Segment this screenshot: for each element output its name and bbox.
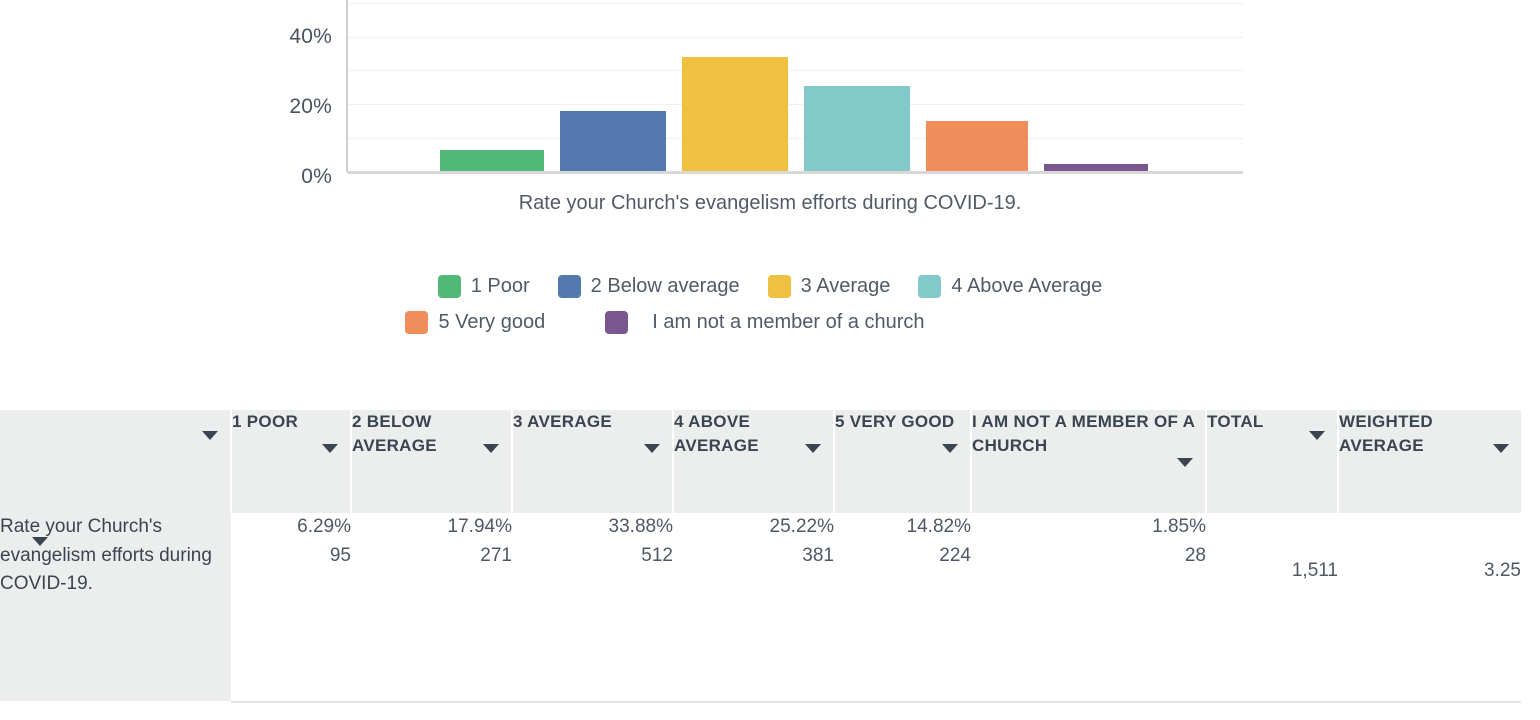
cell-count: 28 xyxy=(1184,544,1206,566)
chart-legend: 1 Poor 2 Below average 3 Average 4 Above… xyxy=(0,268,1540,340)
chevron-down-icon[interactable] xyxy=(322,444,338,453)
legend-item-5-very-good[interactable]: 5 Very good xyxy=(405,310,546,334)
cell-total-value: 1,511 xyxy=(1291,560,1338,581)
legend-swatch-icon xyxy=(918,274,942,298)
column-header-label: 5 VERY GOOD xyxy=(835,412,955,431)
chevron-down-icon[interactable] xyxy=(805,444,821,453)
cell-not-a-member: 1.85% 28 xyxy=(971,513,1206,703)
legend-label: 5 Very good xyxy=(438,310,546,333)
column-header-not-a-member[interactable]: I AM NOT A MEMBER OF A CHURCH xyxy=(971,410,1207,513)
chevron-down-icon[interactable] xyxy=(483,444,499,453)
column-header-label: TOTAL xyxy=(1207,412,1264,431)
column-header-1-poor[interactable]: 1 POOR xyxy=(231,410,352,513)
cell-count: 512 xyxy=(641,544,673,566)
bar-1-poor[interactable] xyxy=(440,150,544,171)
gridline-20 xyxy=(347,104,1243,105)
chevron-down-icon[interactable] xyxy=(1493,444,1509,453)
column-header-label: 3 AVERAGE xyxy=(513,412,613,431)
legend-label: 4 Above Average xyxy=(951,274,1103,297)
legend-swatch-icon xyxy=(605,310,629,334)
cell-count: 271 xyxy=(480,544,512,566)
column-header-question[interactable] xyxy=(0,410,232,513)
legend-row-1: 1 Poor 2 Below average 3 Average 4 Above… xyxy=(0,268,1540,304)
chevron-down-icon[interactable] xyxy=(32,537,48,546)
bar-chart-plot: 40% 20% 0% xyxy=(0,0,1540,187)
cell-percent: 14.82% xyxy=(906,516,971,537)
column-header-2-below-average[interactable]: 2 BELOW AVERAGE xyxy=(351,410,513,513)
cell-percent: 25.22% xyxy=(769,516,834,537)
cell-2-below-average: 17.94% 271 xyxy=(351,513,512,703)
legend-swatch-icon xyxy=(437,274,461,298)
legend-item-3-average[interactable]: 3 Average xyxy=(767,274,891,298)
gridline-10 xyxy=(347,138,1243,139)
gridline-40 xyxy=(347,37,1243,38)
cell-count: 381 xyxy=(802,544,834,566)
bar-4-above-avg[interactable] xyxy=(804,86,910,171)
cell-percent: 1.85% xyxy=(1152,516,1206,537)
table-body: Rate your Church's evangelism efforts du… xyxy=(0,513,1521,703)
cell-weighted-average-value: 3.25 xyxy=(1484,560,1521,581)
legend-item-1-poor[interactable]: 1 Poor xyxy=(437,274,530,298)
cell-percent: 6.29% xyxy=(297,516,351,537)
column-header-weighted-average[interactable]: WEIGHTED AVERAGE xyxy=(1338,410,1521,513)
legend-item-4-above-average[interactable]: 4 Above Average xyxy=(918,274,1103,298)
cell-count: 95 xyxy=(329,544,351,566)
cell-percent: 33.88% xyxy=(608,516,673,537)
column-header-label: 2 BELOW AVERAGE xyxy=(352,412,437,455)
chevron-down-icon[interactable] xyxy=(942,444,958,453)
chevron-down-icon[interactable] xyxy=(644,444,660,453)
chevron-down-icon[interactable] xyxy=(1177,458,1193,467)
cell-3-average: 33.88% 512 xyxy=(512,513,673,703)
y-tick-20: 20% xyxy=(289,95,332,118)
y-axis-line xyxy=(346,0,348,172)
legend-item-2-below-average[interactable]: 2 Below average xyxy=(557,274,740,298)
results-table: 1 POOR 2 BELOW AVERAGE 3 AVERAGE 4 ABOVE… xyxy=(0,410,1521,703)
legend-swatch-icon xyxy=(557,274,581,298)
legend-row-2: 5 Very good I am not a member of a churc… xyxy=(0,304,1540,340)
column-header-3-average[interactable]: 3 AVERAGE xyxy=(512,410,674,513)
column-header-label: 1 POOR xyxy=(232,412,299,431)
cell-weighted-average: 3.25 xyxy=(1338,513,1521,703)
column-header-label: WEIGHTED AVERAGE xyxy=(1339,412,1434,455)
chevron-down-icon[interactable] xyxy=(202,431,218,440)
bar-2-below-avg[interactable] xyxy=(560,111,666,171)
row-question-cell[interactable]: Rate your Church's evangelism efforts du… xyxy=(0,513,231,703)
chevron-down-icon[interactable] xyxy=(1309,431,1325,440)
gridline-30 xyxy=(347,70,1243,71)
x-axis-line xyxy=(347,171,1243,174)
bar-not-a-member[interactable] xyxy=(1044,164,1148,171)
table-header-row: 1 POOR 2 BELOW AVERAGE 3 AVERAGE 4 ABOVE… xyxy=(0,410,1521,513)
column-header-5-very-good[interactable]: 5 VERY GOOD xyxy=(834,410,972,513)
cell-total: 1,511 xyxy=(1206,513,1338,703)
legend-swatch-icon xyxy=(767,274,791,298)
legend-label: 3 Average xyxy=(800,274,891,297)
y-tick-0: 0% xyxy=(301,165,332,188)
cell-percent: 17.94% xyxy=(447,516,512,537)
gridline-50 xyxy=(347,3,1243,4)
cell-4-above-average: 25.22% 381 xyxy=(673,513,834,703)
table-header: 1 POOR 2 BELOW AVERAGE 3 AVERAGE 4 ABOVE… xyxy=(0,410,1521,513)
column-header-label: 4 ABOVE AVERAGE xyxy=(674,412,759,455)
chart-section: 40% 20% 0% Rate your Church's evangelism… xyxy=(0,0,1540,360)
column-header-4-above-average[interactable]: 4 ABOVE AVERAGE xyxy=(673,410,835,513)
cell-count: 224 xyxy=(939,544,971,566)
cell-1-poor: 6.29% 95 xyxy=(231,513,351,703)
legend-item-not-a-member[interactable]: I am not a member of a church xyxy=(605,310,925,334)
table-row: Rate your Church's evangelism efforts du… xyxy=(0,513,1521,703)
legend-swatch-icon xyxy=(405,310,429,334)
row-question-label: Rate your Church's evangelism efforts du… xyxy=(0,516,212,594)
bar-5-very-good[interactable] xyxy=(926,121,1028,171)
legend-label: 2 Below average xyxy=(590,274,740,297)
x-axis-title: Rate your Church's evangelism efforts du… xyxy=(518,192,1022,214)
legend-label: 1 Poor xyxy=(470,274,530,297)
column-header-total[interactable]: TOTAL xyxy=(1206,410,1339,513)
y-tick-40: 40% xyxy=(289,25,332,48)
y-axis-tick-labels: 40% 20% 0% xyxy=(222,0,332,187)
cell-5-very-good: 14.82% 224 xyxy=(834,513,971,703)
column-header-label: I AM NOT A MEMBER OF A CHURCH xyxy=(972,412,1195,455)
bar-3-average[interactable] xyxy=(682,57,788,171)
legend-label: I am not a member of a church xyxy=(652,310,925,333)
